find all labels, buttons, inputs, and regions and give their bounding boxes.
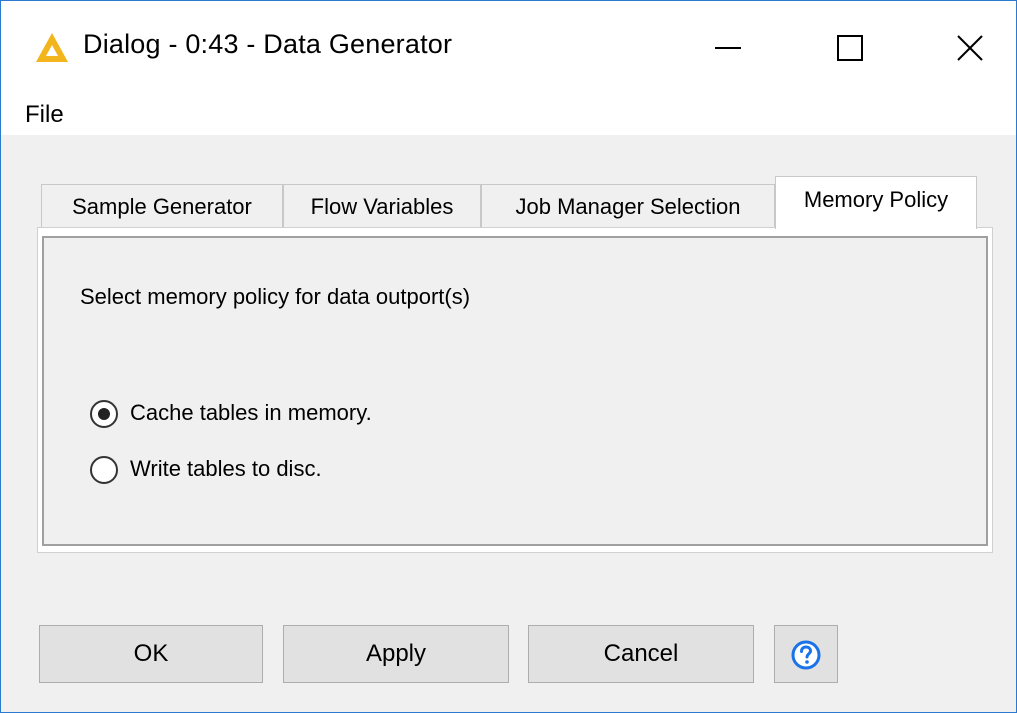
- radio-write-to-disc[interactable]: [90, 456, 118, 484]
- menu-item-file[interactable]: File: [25, 101, 64, 129]
- option-write-to-disc-label[interactable]: Write tables to disc.: [130, 456, 322, 482]
- dialog-window: Dialog - 0:43 - Data Generator File Samp…: [0, 0, 1017, 713]
- ok-button[interactable]: OK: [39, 625, 263, 683]
- menu-bar: File: [1, 91, 1016, 135]
- close-button[interactable]: [941, 23, 1001, 73]
- minimize-icon: [715, 47, 741, 49]
- tab-sample-generator[interactable]: Sample Generator: [41, 184, 283, 228]
- title-bar[interactable]: Dialog - 0:43 - Data Generator: [1, 1, 1016, 91]
- tab-job-manager-selection[interactable]: Job Manager Selection: [481, 184, 775, 228]
- radio-selected-dot: [98, 408, 110, 420]
- window-title: Dialog - 0:43 - Data Generator: [83, 29, 453, 59]
- tab-panel-memory-policy: Select memory policy for data outport(s)…: [37, 227, 993, 553]
- close-icon: [957, 35, 983, 61]
- cancel-button[interactable]: Cancel: [528, 625, 754, 683]
- apply-button[interactable]: Apply: [283, 625, 509, 683]
- minimize-button[interactable]: [699, 23, 759, 73]
- memory-policy-label: Select memory policy for data outport(s): [80, 284, 471, 309]
- radio-cache-in-memory[interactable]: [90, 400, 118, 428]
- option-cache-in-memory-label[interactable]: Cache tables in memory.: [130, 400, 372, 426]
- help-button[interactable]: [774, 625, 838, 683]
- help-icon: [791, 640, 821, 670]
- tab-flow-variables[interactable]: Flow Variables: [283, 184, 481, 228]
- memory-policy-group: Select memory policy for data outport(s)…: [42, 236, 988, 546]
- maximize-icon: [837, 35, 863, 61]
- tab-memory-policy[interactable]: Memory Policy: [775, 176, 977, 229]
- knime-app-icon: [36, 33, 68, 62]
- maximize-button[interactable]: [821, 23, 881, 73]
